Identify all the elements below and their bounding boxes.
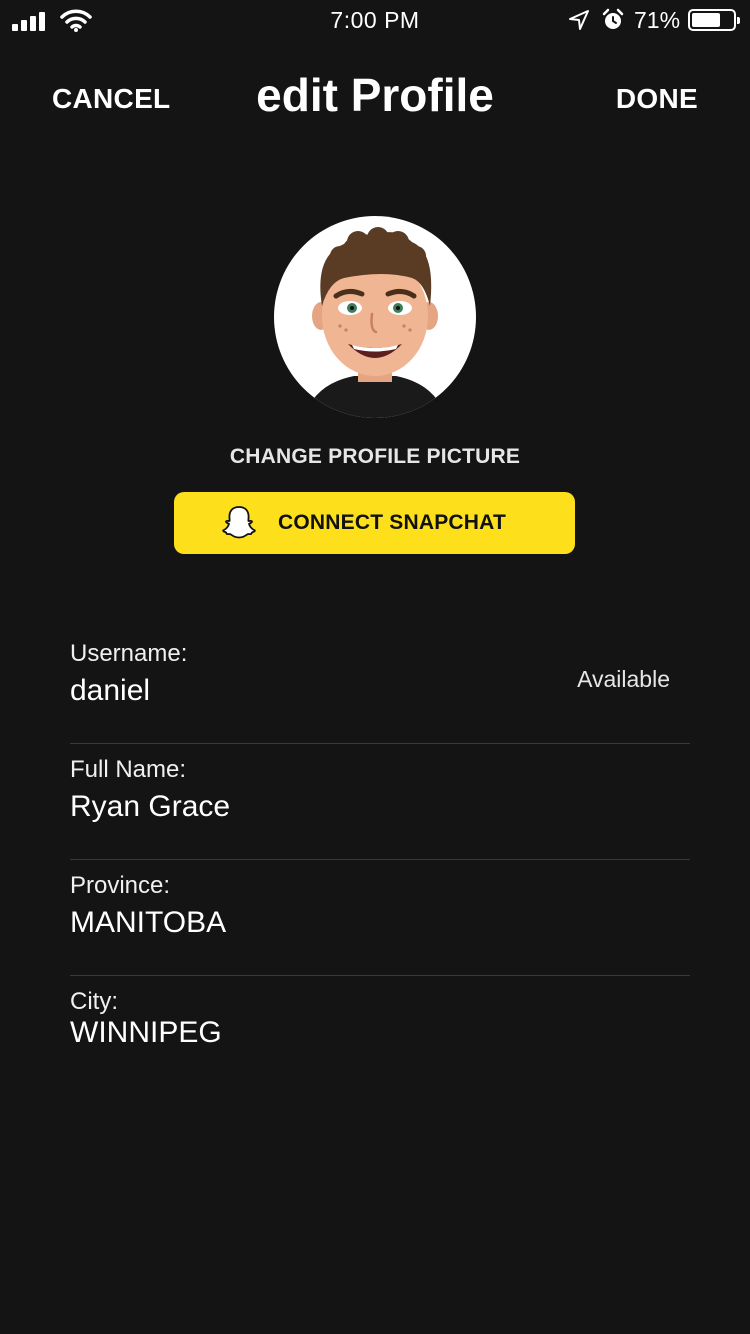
username-label: Username: [70, 640, 188, 667]
province-field[interactable]: Province: MANITOBA [70, 860, 690, 976]
full-name-label: Full Name: [70, 756, 187, 783]
full-name-input[interactable]: Ryan Grace [70, 790, 230, 824]
city-field[interactable]: City: WINNIPEG [70, 976, 690, 1092]
avatar[interactable] [274, 216, 476, 418]
province-label: Province: [70, 872, 171, 899]
battery-percent: 71% [634, 7, 681, 33]
nav-bar: CANCEL edit Profile DONE [0, 60, 750, 140]
battery-icon [688, 9, 740, 31]
profile-form: Username: daniel Available Full Name: Ry… [70, 628, 690, 1092]
username-field[interactable]: Username: daniel Available [70, 628, 690, 744]
status-bar: 7:00 PM 71% [0, 0, 750, 40]
city-label: City: [70, 988, 118, 1015]
province-input[interactable]: MANITOBA [70, 906, 226, 940]
alarm-icon [602, 8, 624, 29]
change-profile-picture-button[interactable]: CHANGE PROFILE PICTURE [0, 445, 750, 469]
full-name-field[interactable]: Full Name: Ryan Grace [70, 744, 690, 860]
connect-snapchat-label: CONNECT SNAPCHAT [278, 511, 506, 534]
city-input[interactable]: WINNIPEG [70, 1016, 222, 1050]
done-button[interactable]: DONE [616, 83, 698, 115]
connect-snapchat-button[interactable]: CONNECT SNAPCHAT [174, 492, 575, 554]
snapchat-ghost-icon [222, 506, 256, 539]
username-availability-status: Available [577, 666, 670, 692]
username-input[interactable]: daniel [70, 674, 150, 708]
location-icon [569, 10, 589, 30]
bitmoji-avatar-icon [304, 227, 446, 418]
